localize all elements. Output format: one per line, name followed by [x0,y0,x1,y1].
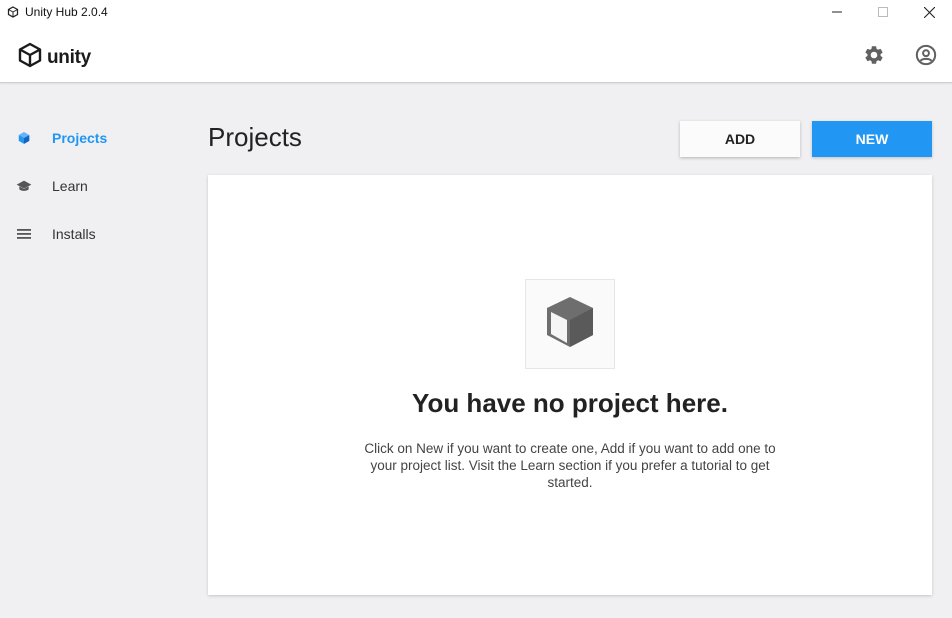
window-title: Unity Hub 2.0.4 [25,5,108,19]
close-icon[interactable] [906,0,952,24]
cube-icon [543,294,597,355]
empty-state-title: You have no project here. [412,388,728,418]
sidebar-item-learn[interactable]: Learn [0,166,190,206]
sidebar-item-label: Learn [52,178,88,194]
unity-app-icon [6,5,20,19]
page-title: Projects [208,122,302,152]
sidebar: Projects Learn Installs [0,84,190,618]
minimize-icon[interactable] [814,0,860,24]
sidebar-item-installs[interactable]: Installs [0,214,190,254]
cube-icon [16,130,32,146]
empty-state-icon-box [525,279,615,369]
graduation-cap-icon [16,178,32,194]
maximize-icon[interactable] [860,0,906,24]
projects-panel: You have no project here. Click on New i… [208,175,932,595]
logo-text: unity [47,46,91,68]
app-header: unity [0,24,952,83]
list-icon [16,226,32,242]
unity-logo-icon [17,42,43,73]
gear-icon[interactable] [862,43,886,67]
account-circle-icon[interactable] [914,43,938,67]
new-project-button[interactable]: NEW [812,121,932,157]
add-project-button[interactable]: ADD [680,121,800,157]
window-titlebar: Unity Hub 2.0.4 [0,0,952,24]
empty-state-description: Click on New if you want to create one, … [364,441,776,490]
sidebar-item-projects[interactable]: Projects [0,118,190,158]
sidebar-item-label: Projects [52,130,108,146]
sidebar-item-label: Installs [52,226,96,242]
unity-logo: unity [17,42,91,73]
window-controls [814,0,952,24]
